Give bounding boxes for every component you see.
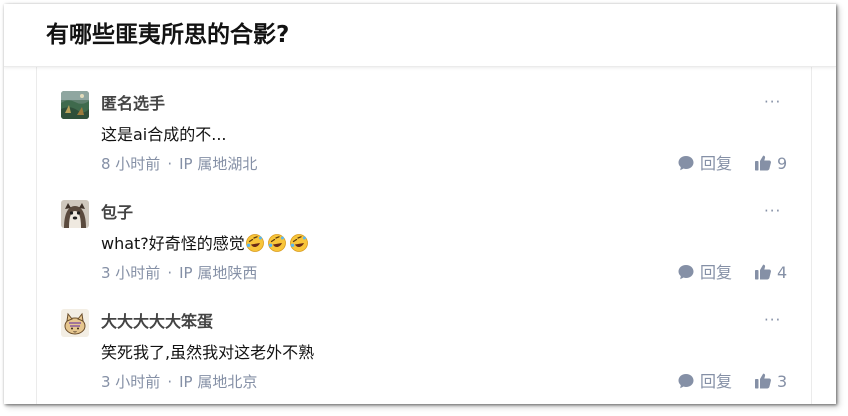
meta-separator: ·: [167, 373, 173, 391]
comment-author[interactable]: 大大大大大笨蛋: [101, 310, 213, 334]
more-options-button[interactable]: ···: [764, 200, 781, 222]
reply-button[interactable]: 回复: [677, 153, 732, 175]
comment-item: 大大大大大笨蛋 笑死我了,虽然我对这老外不熟 3 小时前 · IP 属地北京 ···…: [37, 289, 811, 394]
question-title[interactable]: 有哪些匪夷所思的合影?: [46, 18, 289, 52]
comment-time: 8 小时前: [101, 155, 161, 173]
reply-bubble-icon: [677, 372, 695, 390]
like-count: 3: [777, 372, 788, 391]
comment-content: 这是ai合成的不...: [101, 123, 227, 147]
dog-photo-avatar[interactable]: [61, 200, 89, 228]
reply-label: 回复: [700, 372, 733, 391]
screenshot-frame: 有哪些匪夷所思的合影? 匿名选手 这是ai合成的不... 8 小时前 · IP 属地…: [4, 4, 836, 404]
landscape-painting-avatar[interactable]: [61, 91, 89, 119]
reply-button[interactable]: 回复: [677, 262, 732, 284]
comment-item: 匿名选手 这是ai合成的不... 8 小时前 · IP 属地湖北 ··· 回复 9: [37, 71, 811, 176]
comment-list: 匿名选手 这是ai合成的不... 8 小时前 · IP 属地湖北 ··· 回复 9: [36, 66, 812, 404]
reply-bubble-icon: [677, 154, 695, 172]
like-button[interactable]: 9: [754, 153, 787, 175]
question-header: 有哪些匪夷所思的合影?: [4, 4, 836, 67]
comment-time: 3 小时前: [101, 264, 161, 282]
like-count: 9: [777, 154, 788, 173]
more-options-button[interactable]: ···: [764, 309, 781, 331]
like-count: 4: [777, 263, 788, 282]
comment-text: what?好奇怪的感觉: [101, 234, 245, 253]
comment-ip-location: IP 属地陕西: [179, 264, 258, 282]
comment-text: 这是ai合成的不...: [101, 125, 227, 144]
comment-author[interactable]: 包子: [101, 201, 133, 225]
meta-separator: ·: [167, 264, 173, 282]
more-options-button[interactable]: ···: [764, 91, 781, 113]
cartoon-cat-avatar[interactable]: [61, 309, 89, 337]
like-button[interactable]: 4: [754, 262, 787, 284]
reply-label: 回复: [700, 154, 733, 173]
comment-author[interactable]: 匿名选手: [101, 92, 165, 116]
comment-meta: 3 小时前 · IP 属地陕西: [101, 262, 257, 284]
comment-text: 笑死我了,虽然我对这老外不熟: [101, 343, 315, 362]
rolling-on-floor-laughing-emoji-icon: [289, 233, 309, 253]
comment-ip-location: IP 属地北京: [179, 373, 258, 391]
rolling-on-floor-laughing-emoji-icon: [267, 233, 287, 253]
reply-label: 回复: [700, 263, 733, 282]
comment-meta: 3 小时前 · IP 属地北京: [101, 371, 257, 393]
reply-button[interactable]: 回复: [677, 371, 732, 393]
comment-item: 包子 what?好奇怪的感觉 3 小时前 · IP 属地陕西 ··· 回复 4: [37, 180, 811, 285]
comment-meta: 8 小时前 · IP 属地湖北: [101, 153, 257, 175]
thumbs-up-icon: [754, 263, 772, 281]
comment-ip-location: IP 属地湖北: [179, 155, 258, 173]
reply-bubble-icon: [677, 263, 695, 281]
comment-content: 笑死我了,虽然我对这老外不熟: [101, 341, 314, 365]
rolling-on-floor-laughing-emoji-icon: [245, 233, 265, 253]
thumbs-up-icon: [754, 154, 772, 172]
comment-time: 3 小时前: [101, 373, 161, 391]
like-button[interactable]: 3: [754, 371, 787, 393]
meta-separator: ·: [167, 155, 173, 173]
comment-content: what?好奇怪的感觉: [101, 232, 311, 256]
thumbs-up-icon: [754, 372, 772, 390]
